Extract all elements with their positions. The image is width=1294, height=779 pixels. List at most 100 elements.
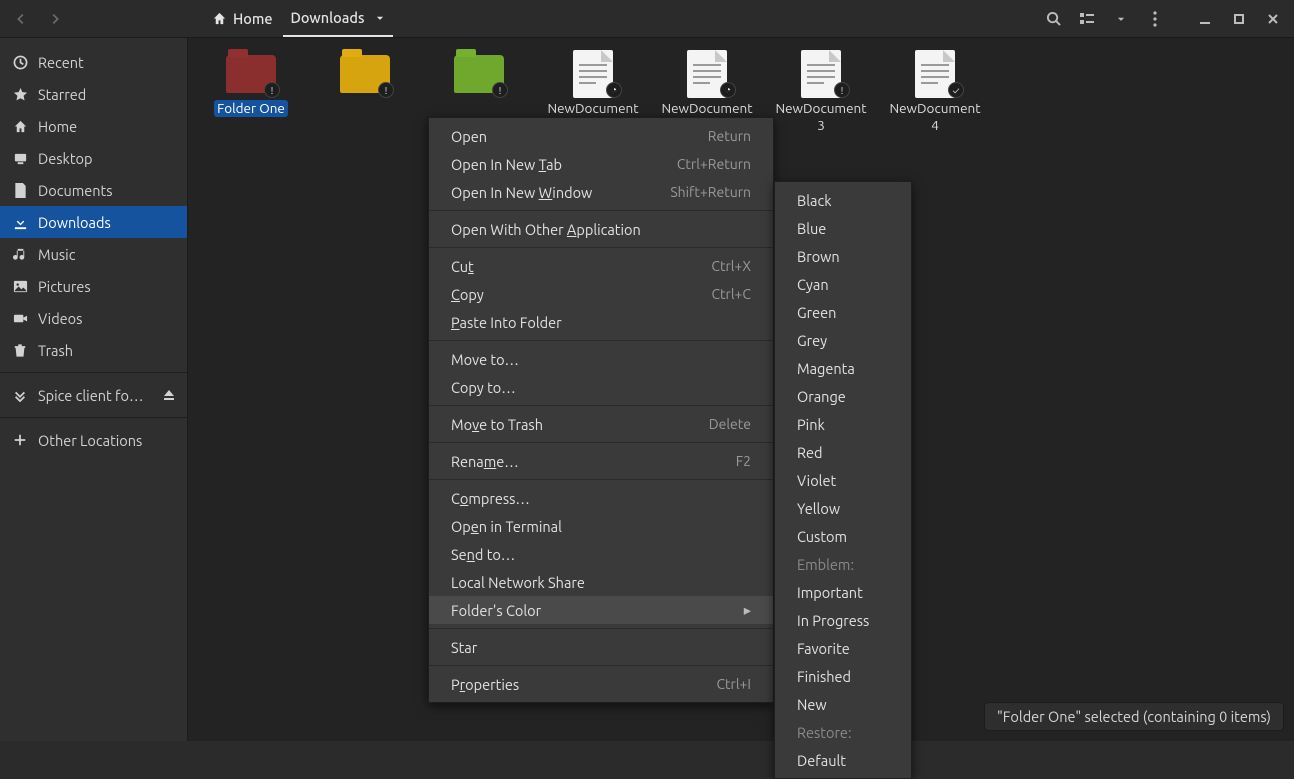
color-green[interactable]: Green — [775, 298, 911, 326]
folder-item[interactable]: !Folder One — [206, 52, 296, 134]
menu-accel: Ctrl+C — [711, 286, 751, 302]
menu-copy-to[interactable]: Copy to… — [429, 373, 773, 401]
menu-accel: Return — [708, 128, 751, 144]
color-magenta[interactable]: Magenta — [775, 354, 911, 382]
sidebar-item-music[interactable]: Music — [0, 238, 187, 270]
sidebar-item-documents[interactable]: Documents — [0, 174, 187, 206]
color-pink[interactable]: Pink — [775, 410, 911, 438]
sidebar: RecentStarred Home Desktop DocumentsDownloa… — [0, 38, 188, 741]
forward-button[interactable] — [40, 4, 70, 34]
sidebar-item-downloads[interactable]: Downloads — [0, 206, 187, 238]
color-black[interactable]: Black — [775, 186, 911, 214]
emblem-new[interactable]: New — [775, 690, 911, 718]
desktop-icon — [12, 151, 28, 166]
sidebar-item-home[interactable]: Home — [0, 110, 187, 142]
menu-label: Magenta — [797, 360, 855, 377]
sidebar-item-trash[interactable]: Trash — [0, 334, 187, 366]
menu-label: Paste Into Folder — [451, 314, 562, 331]
emblem-badge: ◔ — [606, 82, 622, 98]
color-custom[interactable]: Custom — [775, 522, 911, 550]
view-dropdown-button[interactable] — [1106, 4, 1136, 34]
emblem-badge: ! — [378, 82, 394, 98]
path-home[interactable]: Home — [204, 1, 281, 37]
menu-open-in-new-window[interactable]: Open In New WindowShift+Return — [429, 178, 773, 206]
menu-label: Finished — [797, 668, 851, 685]
color-violet[interactable]: Violet — [775, 466, 911, 494]
menu-open-with-other-application[interactable]: Open With Other Application — [429, 215, 773, 243]
folder-item[interactable]: ! — [320, 52, 410, 134]
menu-label: Send to… — [451, 546, 515, 563]
sidebar-item-recent[interactable]: Recent — [0, 46, 187, 78]
color-yellow[interactable]: Yellow — [775, 494, 911, 522]
color-blue[interactable]: Blue — [775, 214, 911, 242]
emblem-finished[interactable]: Finished — [775, 662, 911, 690]
view-list-button[interactable] — [1072, 4, 1102, 34]
document-item[interactable]: !NewDocument 3 — [776, 52, 866, 134]
menu-label: Open In New Tab — [451, 156, 562, 173]
home-icon — [12, 119, 28, 134]
menu-copy[interactable]: CopyCtrl+C — [429, 280, 773, 308]
menu-move-to[interactable]: Move to… — [429, 345, 773, 373]
sidebar-item-videos[interactable]: Videos — [0, 302, 187, 334]
home-icon — [212, 11, 227, 26]
menu-folder-s-color[interactable]: Folder's Color▸ — [429, 596, 773, 624]
menu-label: Open — [451, 128, 487, 145]
menu-label: Favorite — [797, 640, 850, 657]
menu-label: Properties — [451, 676, 519, 693]
sidebar-item-label: Pictures — [38, 278, 91, 295]
menu-accel: Ctrl+I — [716, 676, 751, 692]
sidebar-other-locations[interactable]: Other Locations — [0, 424, 187, 456]
menu-move-to-trash[interactable]: Move to TrashDelete — [429, 410, 773, 438]
item-label: NewDocument — [547, 100, 638, 117]
path-downloads[interactable]: Downloads — [283, 1, 393, 37]
menu-open-in-terminal[interactable]: Open in Terminal — [429, 512, 773, 540]
close-button[interactable] — [1258, 4, 1288, 34]
menu-paste-into-folder[interactable]: Paste Into Folder — [429, 308, 773, 336]
search-button[interactable] — [1038, 4, 1068, 34]
minimize-button[interactable] — [1190, 4, 1220, 34]
sidebar-item-label: Home — [38, 118, 77, 135]
pathbar: Home Downloads — [204, 1, 393, 37]
menu-label: Yellow — [797, 500, 840, 517]
sidebar-item-desktop[interactable]: Desktop — [0, 142, 187, 174]
sidebar-item-pictures[interactable]: Pictures — [0, 270, 187, 302]
menu-open[interactable]: Open Return — [429, 122, 773, 150]
emblem-favorite[interactable]: Favorite — [775, 634, 911, 662]
emblem-important[interactable]: Important — [775, 578, 911, 606]
menu-accel: F2 — [736, 453, 751, 469]
menu-open-in-new-tab[interactable]: Open In New TabCtrl+Return — [429, 150, 773, 178]
sidebar-item-starred[interactable]: Starred — [0, 78, 187, 110]
menu-send-to[interactable]: Send to… — [429, 540, 773, 568]
color-grey[interactable]: Grey — [775, 326, 911, 354]
color-brown[interactable]: Brown — [775, 242, 911, 270]
menu-label: Brown — [797, 248, 840, 265]
emblem-in-progress[interactable]: In Progress — [775, 606, 911, 634]
color-orange[interactable]: Orange — [775, 382, 911, 410]
video-icon — [12, 311, 28, 326]
emblem-badge: ! — [264, 82, 280, 98]
menu-rename[interactable]: Rename…F2 — [429, 447, 773, 475]
maximize-icon — [1233, 13, 1245, 25]
content-area[interactable]: !Folder One!!◔NewDocument◔NewDocument 2!… — [188, 38, 1294, 741]
menu-label: Open In New Window — [451, 184, 592, 201]
menu-properties[interactable]: Properties Ctrl+I — [429, 670, 773, 698]
menu-local-network-share[interactable]: Local Network Share — [429, 568, 773, 596]
sidebar-mount-spice[interactable]: Spice client fo… — [0, 379, 187, 411]
menu-label: Star — [451, 639, 477, 656]
color-cyan[interactable]: Cyan — [775, 270, 911, 298]
menu-compress[interactable]: Compress… — [429, 484, 773, 512]
status-bar: "Folder One" selected (containing 0 item… — [984, 702, 1284, 731]
restore-default[interactable]: Default — [775, 746, 911, 774]
menu-accel: Ctrl+X — [711, 258, 751, 274]
menu-cut[interactable]: CutCtrl+X — [429, 252, 773, 280]
sidebar-item-label: Desktop — [38, 150, 92, 167]
hamburger-menu-button[interactable] — [1140, 4, 1170, 34]
eject-button[interactable] — [163, 389, 175, 401]
menu-label: Move to… — [451, 351, 519, 368]
maximize-button[interactable] — [1224, 4, 1254, 34]
menu-star[interactable]: Star — [429, 633, 773, 661]
color-red[interactable]: Red — [775, 438, 911, 466]
back-button[interactable] — [6, 4, 36, 34]
document-item[interactable]: ✓NewDocument 4 — [890, 52, 980, 134]
download-icon — [12, 215, 28, 230]
